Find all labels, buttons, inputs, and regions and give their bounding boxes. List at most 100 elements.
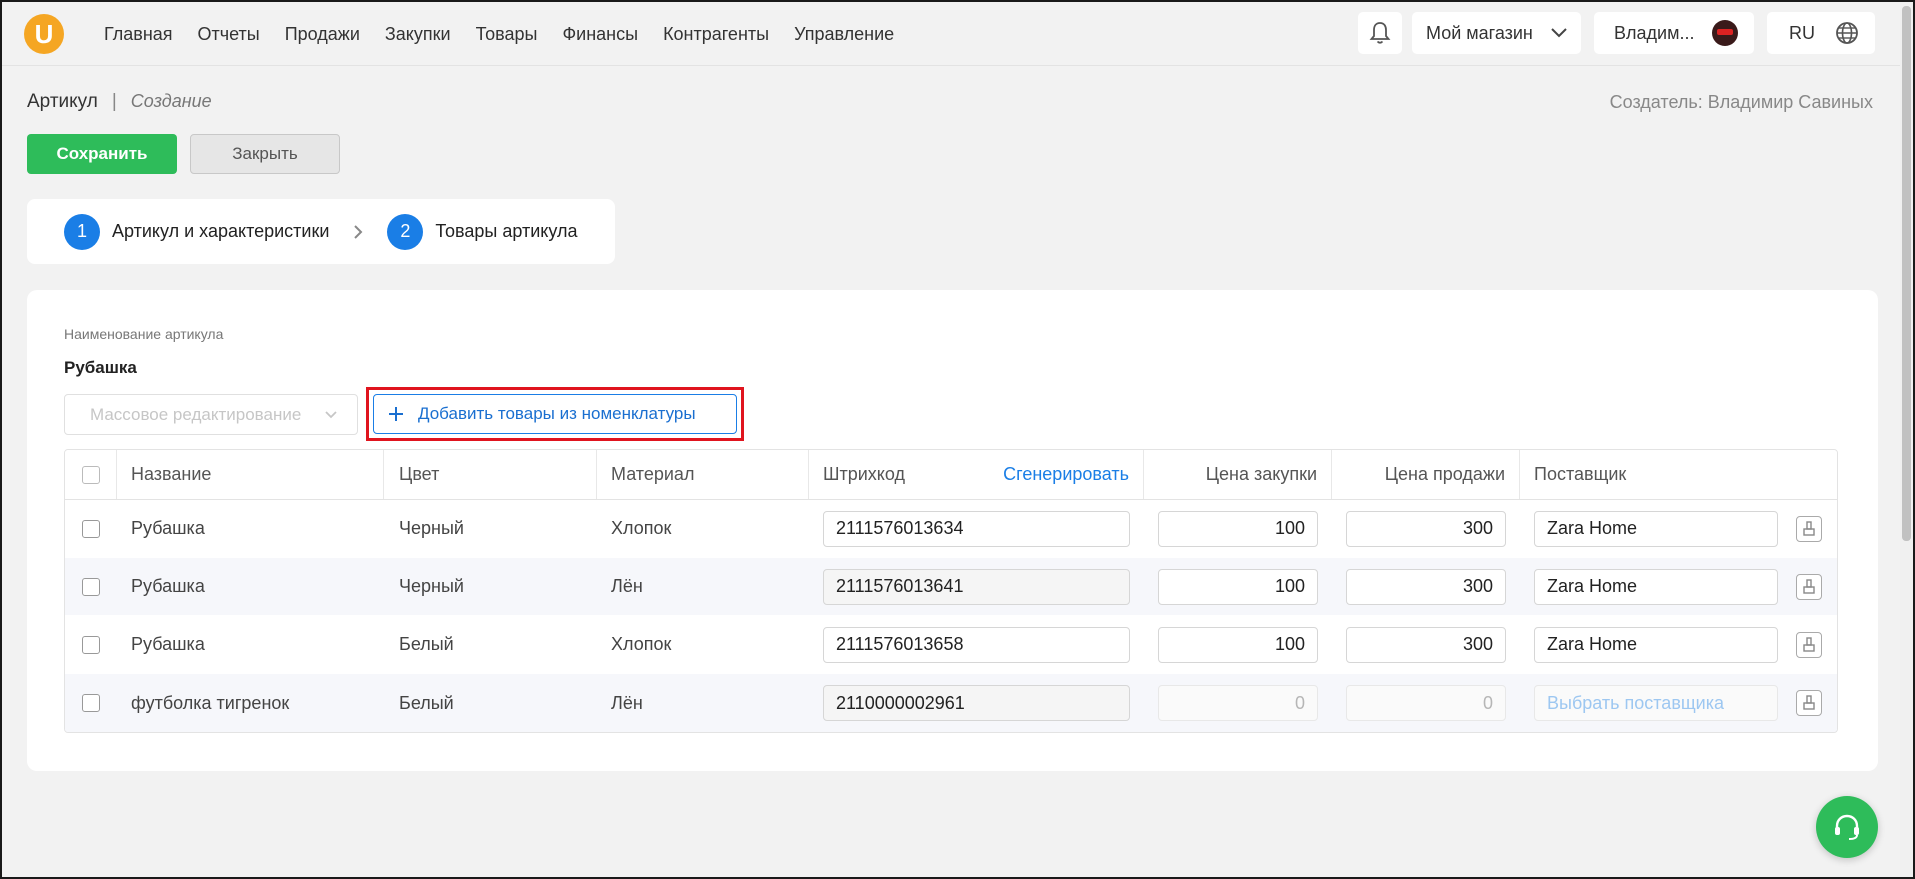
- page-subtitle: Создание: [130, 91, 212, 111]
- nav-item-reports[interactable]: Отчеты: [198, 24, 260, 45]
- logo[interactable]: U: [24, 14, 64, 54]
- store-name: Мой магазин: [1426, 22, 1533, 43]
- creator-info: Создатель: Владимир Савиных: [1609, 92, 1873, 112]
- col-material: Материал: [597, 450, 809, 499]
- row-supplier-cell: Выбрать поставщика: [1520, 674, 1837, 732]
- sell-price-input[interactable]: 300: [1346, 510, 1506, 547]
- barcode-input[interactable]: 2110000002961: [823, 685, 1130, 721]
- top-navigation: U Главная Отчеты Продажи Закупки Товары …: [2, 2, 1913, 66]
- row-supplier-cell: Zara Home: [1520, 500, 1837, 557]
- clear-row-button[interactable]: [1796, 631, 1822, 658]
- table-row: футболка тигренок Белый Лён 211000000296…: [65, 674, 1837, 732]
- clear-row-button[interactable]: [1796, 515, 1822, 542]
- buy-price-input[interactable]: 100: [1158, 510, 1318, 547]
- avatar: [1712, 20, 1738, 46]
- language-selector[interactable]: RU: [1767, 12, 1875, 54]
- article-name-label: Наименование артикула: [64, 326, 224, 342]
- row-checkbox[interactable]: [82, 694, 100, 712]
- row-name: Рубашка: [131, 576, 205, 596]
- language-code: RU: [1789, 22, 1815, 43]
- wizard-steps: 1 Артикул и характеристики 2 Товары арти…: [27, 199, 615, 264]
- row-supplier-cell: Zara Home: [1520, 558, 1837, 615]
- mass-edit-select[interactable]: Массовое редактирование: [64, 394, 358, 435]
- barcode-input[interactable]: 2111576013634: [823, 510, 1130, 547]
- row-buy-cell: 100: [1144, 616, 1332, 673]
- table-row: Рубашка Белый Хлопок 2111576013658 100 3…: [65, 616, 1837, 674]
- sell-price-input: 0: [1346, 685, 1506, 721]
- step-products[interactable]: 2 Товары артикула: [387, 213, 577, 250]
- step-number: 2: [387, 213, 424, 250]
- table-row: Рубашка Черный Хлопок 2111576013634 100 …: [65, 500, 1837, 558]
- notifications-button[interactable]: [1358, 12, 1402, 54]
- add-from-nomenclature-button[interactable]: Добавить товары из номенклатуры: [373, 394, 737, 434]
- row-barcode-cell: 2111576013641: [809, 558, 1144, 615]
- row-name: Рубашка: [131, 634, 205, 654]
- row-sell-cell: 0: [1332, 674, 1520, 732]
- table-body: Рубашка Черный Хлопок 2111576013634 100 …: [65, 500, 1837, 732]
- sell-price-input[interactable]: 300: [1346, 626, 1506, 663]
- step-article[interactable]: 1 Артикул и характеристики: [64, 213, 330, 250]
- row-buy-cell: 0: [1144, 674, 1332, 732]
- highlight-frame: Добавить товары из номенклатуры: [366, 387, 744, 441]
- broom-icon: [1803, 636, 1815, 652]
- row-color: Черный: [399, 576, 464, 596]
- select-all-checkbox[interactable]: [81, 465, 100, 484]
- save-button[interactable]: Сохранить: [27, 134, 177, 174]
- col-name: Название: [117, 450, 384, 499]
- nav-item-counterparties[interactable]: Контрагенты: [663, 24, 769, 45]
- buy-price-input[interactable]: 100: [1158, 626, 1318, 663]
- nav-item-finance[interactable]: Финансы: [562, 24, 638, 45]
- nav-item-products[interactable]: Товары: [476, 24, 538, 45]
- row-checkbox[interactable]: [82, 519, 100, 538]
- col-barcode: Штрихкод Сгенерировать: [809, 450, 1144, 499]
- buy-price-input: 0: [1158, 685, 1318, 721]
- step-number: 1: [64, 213, 100, 250]
- headset-icon: [1835, 814, 1859, 840]
- row-sell-cell: 300: [1332, 500, 1520, 557]
- step-label: Артикул и характеристики: [112, 221, 330, 241]
- row-checkbox-cell: [65, 500, 117, 557]
- row-supplier-cell: Zara Home: [1520, 616, 1837, 673]
- row-barcode-cell: 2110000002961: [809, 674, 1144, 732]
- row-material: Хлопок: [611, 518, 672, 538]
- table-header: Название Цвет Материал Штрихкод Сгенерир…: [65, 450, 1837, 500]
- buy-price-input[interactable]: 100: [1158, 568, 1318, 605]
- main-menu: Главная Отчеты Продажи Закупки Товары Фи…: [104, 2, 894, 66]
- generate-barcode-link[interactable]: Сгенерировать: [1003, 464, 1129, 485]
- table-row: Рубашка Черный Лён 2111576013641 100 300…: [65, 558, 1837, 616]
- broom-icon: [1803, 578, 1815, 594]
- breadcrumb-separator: |: [111, 91, 117, 112]
- barcode-input[interactable]: 2111576013658: [823, 626, 1130, 663]
- col-color: Цвет: [384, 450, 597, 499]
- clear-row-button[interactable]: [1796, 573, 1822, 600]
- nav-item-home[interactable]: Главная: [104, 24, 173, 45]
- user-menu[interactable]: Владим...: [1594, 12, 1754, 54]
- support-chat-button[interactable]: [1816, 796, 1878, 858]
- row-checkbox-cell: [65, 616, 117, 673]
- row-name: Рубашка: [131, 518, 205, 538]
- chevron-down-icon: [325, 410, 337, 418]
- row-material: Хлопок: [611, 634, 672, 654]
- col-barcode-label: Штрихкод: [823, 464, 906, 484]
- row-material: Лён: [611, 576, 643, 596]
- sell-price-input[interactable]: 300: [1346, 568, 1506, 605]
- nav-item-sales[interactable]: Продажи: [285, 24, 360, 45]
- supplier-input[interactable]: Zara Home: [1534, 568, 1778, 605]
- supplier-input[interactable]: Zara Home: [1534, 510, 1778, 547]
- page-scrollbar[interactable]: [1900, 2, 1913, 877]
- barcode-input[interactable]: 2111576013641: [823, 568, 1130, 605]
- bell-icon: [1369, 22, 1391, 44]
- products-table: Название Цвет Материал Штрихкод Сгенерир…: [64, 449, 1838, 733]
- col-sell-price: Цена продажи: [1332, 450, 1520, 499]
- row-checkbox[interactable]: [82, 577, 100, 596]
- row-checkbox[interactable]: [82, 635, 100, 654]
- row-barcode-cell: 2111576013658: [809, 616, 1144, 673]
- store-selector[interactable]: Мой магазин: [1412, 12, 1581, 54]
- nav-item-purchases[interactable]: Закупки: [385, 24, 451, 45]
- close-button[interactable]: Закрыть: [190, 134, 340, 174]
- scrollbar-thumb[interactable]: [1902, 6, 1911, 541]
- broom-icon: [1803, 695, 1815, 710]
- clear-row-button[interactable]: [1796, 690, 1822, 716]
- nav-item-management[interactable]: Управление: [794, 24, 894, 45]
- supplier-input[interactable]: Zara Home: [1534, 626, 1778, 663]
